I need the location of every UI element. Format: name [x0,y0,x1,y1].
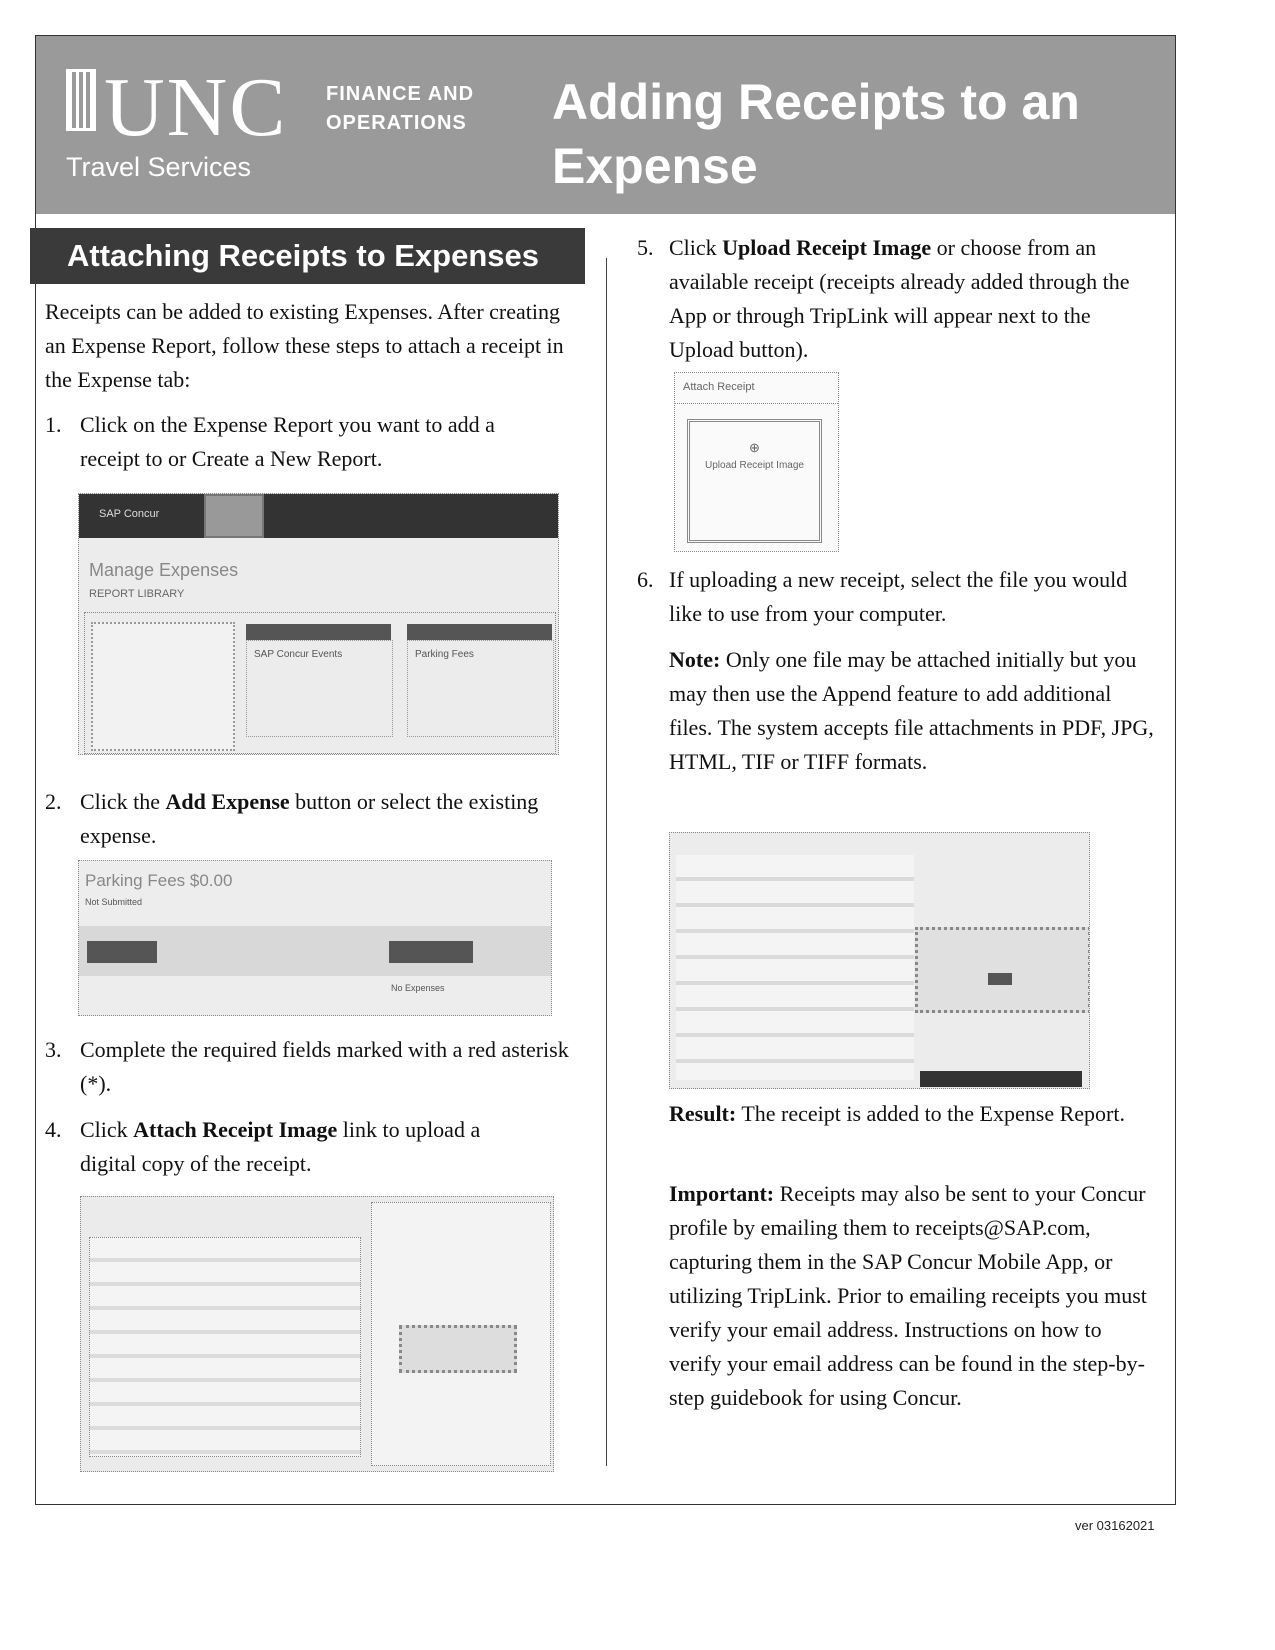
text: Only one file may be attached initially … [669,647,1154,774]
bold-term: Attach Receipt Image [133,1117,338,1142]
manage-expenses-heading: Manage Expenses [89,560,239,580]
step-3-text: Complete the required fields marked with… [80,1037,569,1096]
version-label: ver 03162021 [1075,1518,1155,1533]
dept-line-2: OPERATIONS [326,112,467,134]
step-number: 4. [45,1117,62,1142]
page-title: Adding Receipts to an Expense [552,74,1080,194]
bold-term: Add Expense [165,789,290,814]
step-number: 3. [45,1037,62,1062]
no-expenses-label: No Expenses [391,983,445,993]
document-page: UNC FINANCE AND OPERATIONS Travel Service… [0,0,1275,1650]
attach-receipt-screenshot: Attach Receipt ⊕ Upload Receipt Image [674,372,839,552]
expense-heading: Parking Fees $0.00 [85,871,233,890]
step-6-text: If uploading a new receipt, select the f… [669,567,1128,626]
manage-expenses-screenshot: SAP Concur Manage Expenses REPORT LIBRAR… [78,493,559,755]
dept-line-1: FINANCE AND [326,83,475,105]
logo-text: UNC [104,61,288,154]
note-label: Note: [669,647,721,672]
report-card-2: Parking Fees [415,649,474,660]
file-upload-screenshot [669,832,1090,1089]
unc-logo: UNC [66,66,287,150]
step-5-text: Click Upload Receipt Image or choose fro… [669,231,1159,367]
old-well-icon [66,69,96,131]
upload-receipt-button: Upload Receipt Image [705,460,804,471]
department-name: FINANCE AND OPERATIONS [326,80,474,138]
section-title: Attaching Receipts to Expenses [30,228,585,284]
text: Click [669,235,723,260]
text: Click the [80,789,166,814]
text: The receipt is added to the Expense Repo… [736,1101,1125,1126]
sap-concur-brand: SAP Concur [99,508,160,520]
result-label: Result: [669,1101,737,1126]
step-number: 1. [45,412,62,437]
plus-circle-icon: ⊕ [749,440,760,455]
result-text: Result: The receipt is added to the Expe… [669,1097,1169,1131]
report-card-1: SAP Concur Events [254,649,343,660]
text: Click [80,1117,134,1142]
unit-name: Travel Services [66,152,252,182]
step-2-text: Click the Add Expense button or select t… [80,785,550,853]
step-number: 2. [45,789,62,814]
step-number: 5. [637,235,654,260]
step-4-text: Click Attach Receipt Image link to uploa… [80,1113,520,1181]
text: Receipts may also be sent to your Concur… [669,1181,1147,1410]
expense-status: Not Submitted [85,897,143,907]
report-library-label: REPORT LIBRARY [89,588,185,600]
column-divider [606,258,607,1466]
step-number: 6. [637,567,654,592]
expense-detail-screenshot: Parking Fees $0.00 Not Submitted No Expe… [78,860,552,1016]
expense-form-screenshot [80,1196,554,1472]
attach-receipt-heading: Attach Receipt [683,381,755,393]
important-label: Important: [669,1181,775,1206]
note-text: Note: Only one file may be attached init… [669,643,1159,779]
step-1-text: Click on the Expense Report you want to … [80,412,495,471]
bold-term: Upload Receipt Image [722,235,932,260]
intro-text: Receipts can be added to existing Expens… [45,299,564,392]
important-text: Important: Receipts may also be sent to … [669,1177,1149,1415]
